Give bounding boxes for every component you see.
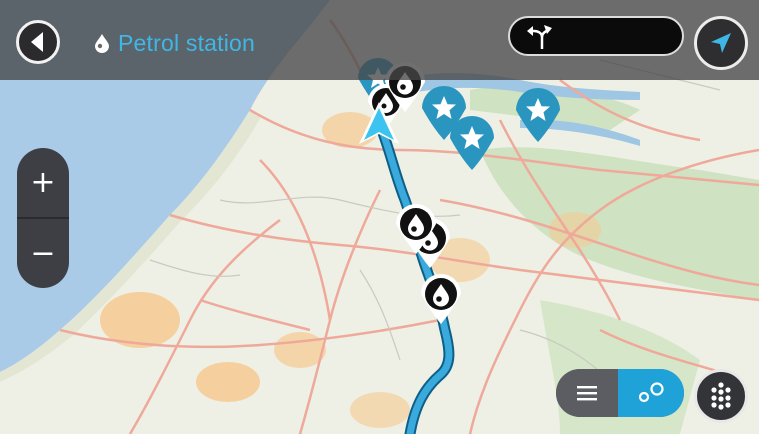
back-arrow-icon — [31, 32, 43, 52]
page-title: Petrol station — [118, 29, 256, 56]
header-bar: Petrol station — [0, 0, 759, 80]
back-button[interactable] — [16, 20, 60, 64]
zoom-control: + − — [17, 148, 69, 288]
list-view-button[interactable] — [556, 369, 618, 417]
zoom-out-button[interactable]: − — [17, 219, 69, 288]
grid-dots-icon — [711, 382, 731, 410]
navigation-arrow-icon — [711, 33, 731, 53]
next-instruction-panel[interactable] — [508, 16, 684, 56]
fuel-drop-icon — [95, 34, 109, 53]
view-toggle — [556, 369, 684, 417]
urban-area — [350, 392, 410, 428]
map-screen: Petrol station + − — [0, 0, 759, 434]
urban-area — [196, 362, 260, 402]
turn-instruction-icon — [527, 25, 552, 49]
zoom-in-button[interactable]: + — [17, 148, 69, 217]
navigation-button[interactable] — [694, 16, 748, 70]
header-title-group: Petrol station — [94, 27, 255, 59]
list-icon — [577, 386, 597, 401]
main-menu-button[interactable] — [694, 369, 748, 423]
map-view-button[interactable] — [618, 369, 684, 417]
map-pins-icon — [638, 382, 664, 403]
